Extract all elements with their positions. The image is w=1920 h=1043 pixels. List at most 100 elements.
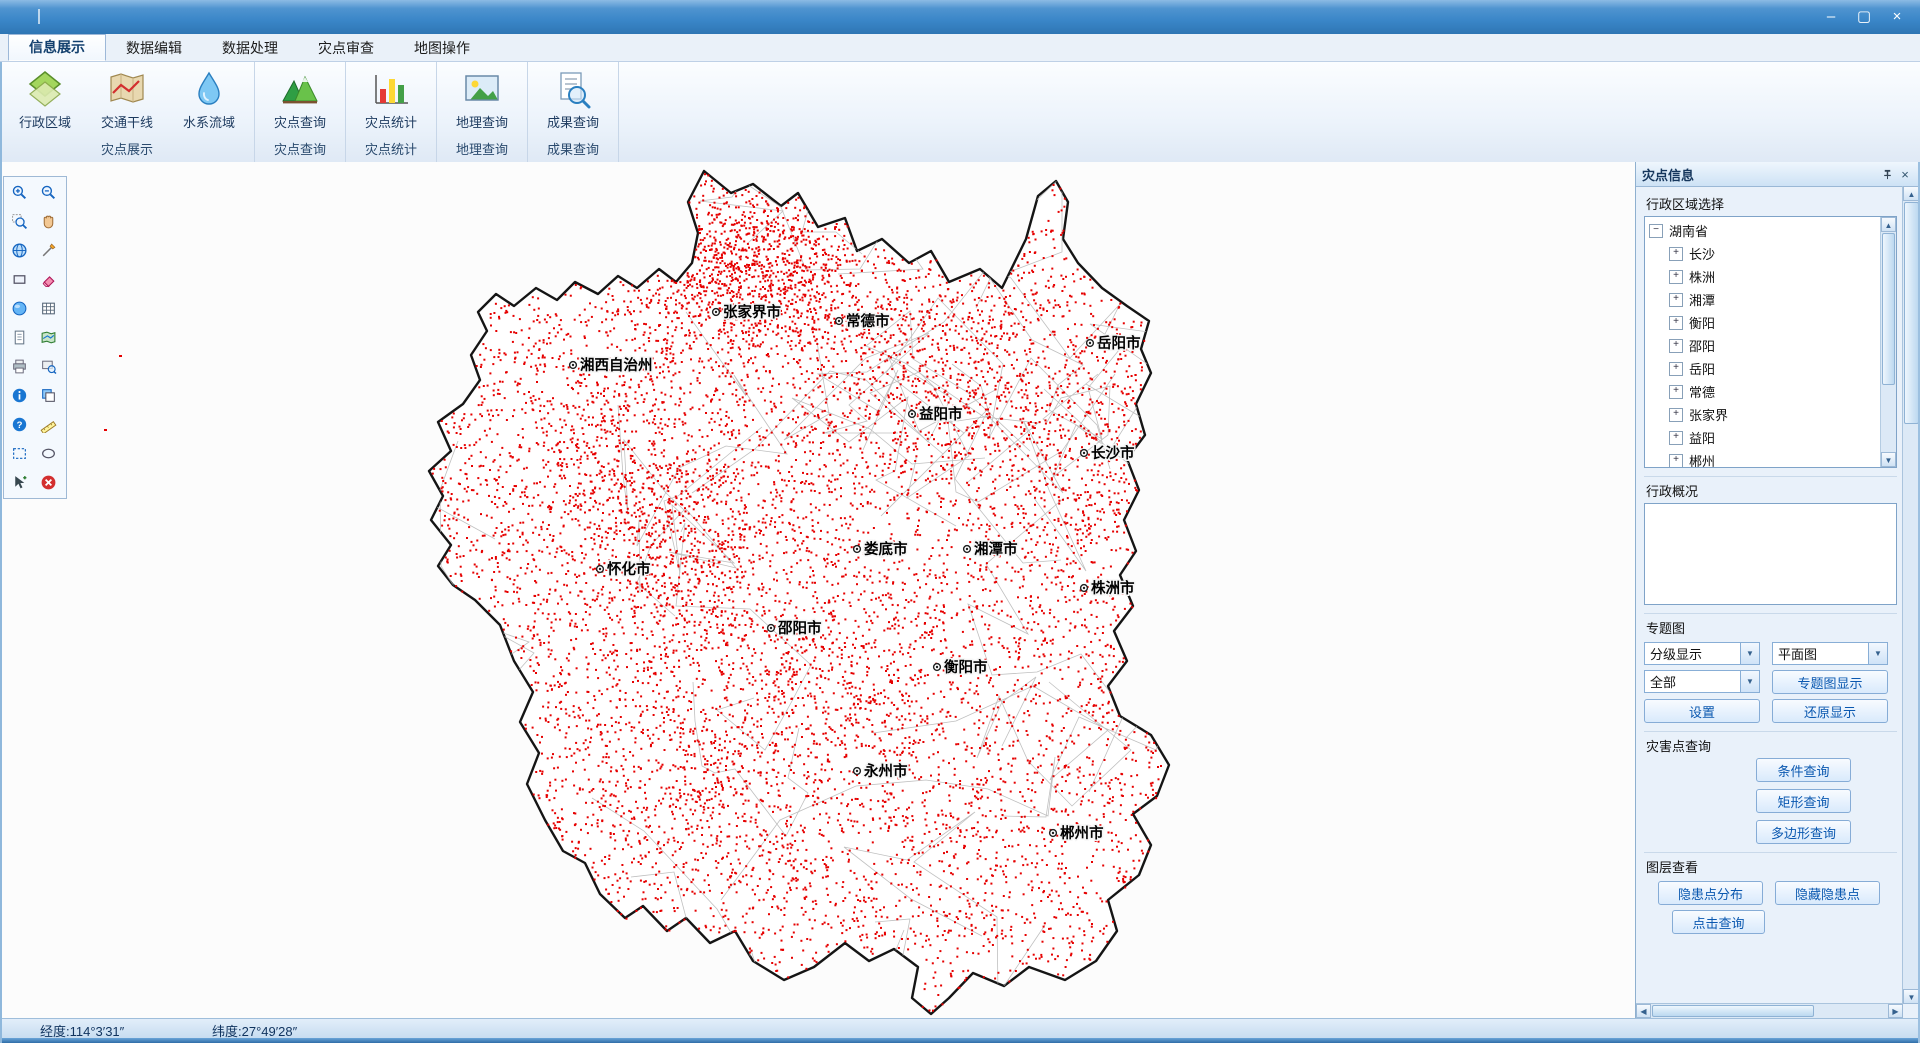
overview-label: 行政概况 bbox=[1646, 481, 1897, 500]
zoom-window-button[interactable] bbox=[5, 207, 34, 236]
measure-icon bbox=[40, 416, 57, 433]
expand-icon[interactable]: + bbox=[1669, 431, 1683, 445]
panel-close-icon[interactable]: × bbox=[1896, 165, 1914, 183]
tab-data-edit[interactable]: 数据编辑 bbox=[106, 36, 202, 61]
scope-value: 全部 bbox=[1645, 672, 1740, 691]
ribbon-group-disaster-display: 行政区域交通干线水系流域灾点展示 bbox=[0, 62, 255, 162]
close-button[interactable]: × bbox=[1882, 5, 1912, 27]
help-button[interactable]: ? bbox=[5, 410, 34, 439]
rect-query-button[interactable]: 矩形查询 bbox=[1756, 789, 1851, 813]
expand-icon[interactable]: + bbox=[1669, 362, 1683, 376]
map-type-select[interactable]: 平面图 ▼ bbox=[1772, 642, 1888, 665]
water-drop-icon bbox=[189, 69, 229, 109]
tab-map-operation[interactable]: 地图操作 bbox=[394, 36, 490, 61]
expand-icon[interactable]: + bbox=[1669, 339, 1683, 353]
scroll-down-icon[interactable]: ▼ bbox=[1881, 452, 1896, 467]
collapse-icon[interactable]: − bbox=[1649, 224, 1663, 238]
sphere-button[interactable] bbox=[5, 294, 34, 323]
chevron-down-icon[interactable]: ▼ bbox=[1740, 671, 1759, 692]
tree-item-zhuzhou[interactable]: +株洲 bbox=[1669, 265, 1880, 288]
ribbon-button-geo-query[interactable]: 地理查询 bbox=[441, 64, 523, 139]
hide-hazard-points-button[interactable]: 隐藏隐患点 bbox=[1775, 881, 1880, 905]
scroll-left-icon[interactable]: ◀ bbox=[1636, 1004, 1651, 1018]
expand-icon[interactable]: + bbox=[1669, 454, 1683, 468]
title-bar[interactable]: – ▢ × bbox=[0, 0, 1920, 34]
expand-icon[interactable]: + bbox=[1669, 270, 1683, 284]
traffic-map-icon bbox=[107, 69, 147, 109]
info-button[interactable] bbox=[5, 381, 34, 410]
zoom-in-button[interactable] bbox=[5, 178, 34, 207]
line-draw-button[interactable] bbox=[34, 236, 63, 265]
tab-data-process[interactable]: 数据处理 bbox=[202, 36, 298, 61]
measure-button[interactable] bbox=[34, 410, 63, 439]
panel-scroll-thumb[interactable] bbox=[1904, 202, 1919, 424]
tree-item-chenzhou[interactable]: +郴州 bbox=[1669, 449, 1880, 468]
reset-display-button[interactable]: 还原显示 bbox=[1772, 699, 1888, 723]
ribbon-button-disaster-stats[interactable]: 灾点统计 bbox=[350, 64, 432, 139]
panel-hscrollbar[interactable]: ◀ ▶ bbox=[1636, 1003, 1903, 1018]
ribbon-button-traffic-lines[interactable]: 交通干线 bbox=[86, 64, 168, 139]
expand-icon[interactable]: + bbox=[1669, 316, 1683, 330]
minimize-button[interactable]: – bbox=[1816, 5, 1846, 27]
map-export-button[interactable] bbox=[34, 323, 63, 352]
display-mode-select[interactable]: 分级显示 ▼ bbox=[1644, 642, 1760, 665]
ribbon-button-disaster-query[interactable]: 灾点查询 bbox=[259, 64, 341, 139]
scroll-up-icon[interactable]: ▲ bbox=[1881, 217, 1896, 232]
tree-item-hunan[interactable]: − 湖南省 bbox=[1649, 219, 1880, 242]
ribbon-button-label: 灾点统计 bbox=[365, 112, 417, 131]
zoom-out-button[interactable] bbox=[34, 178, 63, 207]
condition-query-button[interactable]: 条件查询 bbox=[1756, 758, 1851, 782]
pointer-add-button[interactable] bbox=[5, 468, 34, 497]
tree-item-xiangtan[interactable]: +湘潭 bbox=[1669, 288, 1880, 311]
expand-icon[interactable]: + bbox=[1669, 385, 1683, 399]
click-query-button[interactable]: 点击查询 bbox=[1672, 910, 1765, 934]
panel-title: 灾点信息 bbox=[1642, 165, 1878, 184]
tree-item-changsha[interactable]: +长沙 bbox=[1669, 242, 1880, 265]
tree-scroll-thumb[interactable] bbox=[1882, 233, 1895, 385]
tab-info-display[interactable]: 信息展示 bbox=[8, 34, 106, 61]
scroll-right-icon[interactable]: ▶ bbox=[1888, 1004, 1903, 1018]
eraser-button[interactable] bbox=[34, 265, 63, 294]
polygon-query-button[interactable]: 多边形查询 bbox=[1756, 820, 1851, 844]
ellipse-button[interactable] bbox=[34, 439, 63, 468]
pin-icon[interactable] bbox=[1878, 165, 1896, 183]
chevron-down-icon[interactable]: ▼ bbox=[1740, 643, 1759, 664]
expand-icon[interactable]: + bbox=[1669, 408, 1683, 422]
tree-scrollbar[interactable]: ▲ ▼ bbox=[1880, 217, 1896, 467]
map-area[interactable]: 张家界市常德市岳阳市湘西自治州益阳市长沙市娄底市湘潭市株洲市怀化市邵阳市衡阳市永… bbox=[0, 162, 1635, 1018]
tree-item-hengyang[interactable]: +衡阳 bbox=[1669, 311, 1880, 334]
tab-disaster-review[interactable]: 灾点审查 bbox=[298, 36, 394, 61]
tree-item-yiyang[interactable]: +益阳 bbox=[1669, 426, 1880, 449]
hazard-distribution-button[interactable]: 隐患点分布 bbox=[1658, 881, 1763, 905]
print-button[interactable] bbox=[5, 352, 34, 381]
scope-select[interactable]: 全部 ▼ bbox=[1644, 670, 1760, 693]
tree-item-zhangjiajie[interactable]: + 张家界 bbox=[1669, 403, 1880, 426]
grid-button[interactable] bbox=[34, 294, 63, 323]
ribbon-button-water-basin[interactable]: 水系流域 bbox=[168, 64, 250, 139]
tree-item-changde[interactable]: +常德 bbox=[1669, 380, 1880, 403]
maximize-button[interactable]: ▢ bbox=[1849, 5, 1879, 27]
select-rect-button[interactable] bbox=[5, 439, 34, 468]
ribbon-button-result-query[interactable]: 成果查询 bbox=[532, 64, 614, 139]
thematic-show-button[interactable]: 专题图显示 bbox=[1772, 670, 1888, 694]
tree-children: +长沙+株洲+湘潭+衡阳+邵阳+岳阳+常德+张家界+益阳+郴州 bbox=[1649, 242, 1880, 468]
pan-button[interactable] bbox=[34, 207, 63, 236]
settings-button[interactable]: 设置 bbox=[1644, 699, 1760, 723]
map-canvas[interactable]: 张家界市常德市岳阳市湘西自治州益阳市长沙市娄底市湘潭市株洲市怀化市邵阳市衡阳市永… bbox=[0, 162, 1635, 1018]
panel-hscroll-thumb[interactable] bbox=[1652, 1005, 1814, 1017]
tree-item-shaoyang[interactable]: +邵阳 bbox=[1669, 334, 1880, 357]
mountain-icon bbox=[280, 69, 320, 109]
rect-draw-button[interactable] bbox=[5, 265, 34, 294]
expand-icon[interactable]: + bbox=[1669, 247, 1683, 261]
tree-item-yueyang[interactable]: +岳阳 bbox=[1669, 357, 1880, 380]
tree-item-label: 张家界 bbox=[1689, 405, 1728, 424]
overview-textbox[interactable] bbox=[1644, 503, 1897, 605]
print-preview-button[interactable] bbox=[34, 352, 63, 381]
expand-icon[interactable]: + bbox=[1669, 293, 1683, 307]
layers-button[interactable] bbox=[34, 381, 63, 410]
ribbon-button-admin-region[interactable]: 行政区域 bbox=[4, 64, 86, 139]
document-button[interactable] bbox=[5, 323, 34, 352]
chevron-down-icon[interactable]: ▼ bbox=[1868, 643, 1887, 664]
globe-button[interactable] bbox=[5, 236, 34, 265]
delete-button[interactable] bbox=[34, 468, 63, 497]
